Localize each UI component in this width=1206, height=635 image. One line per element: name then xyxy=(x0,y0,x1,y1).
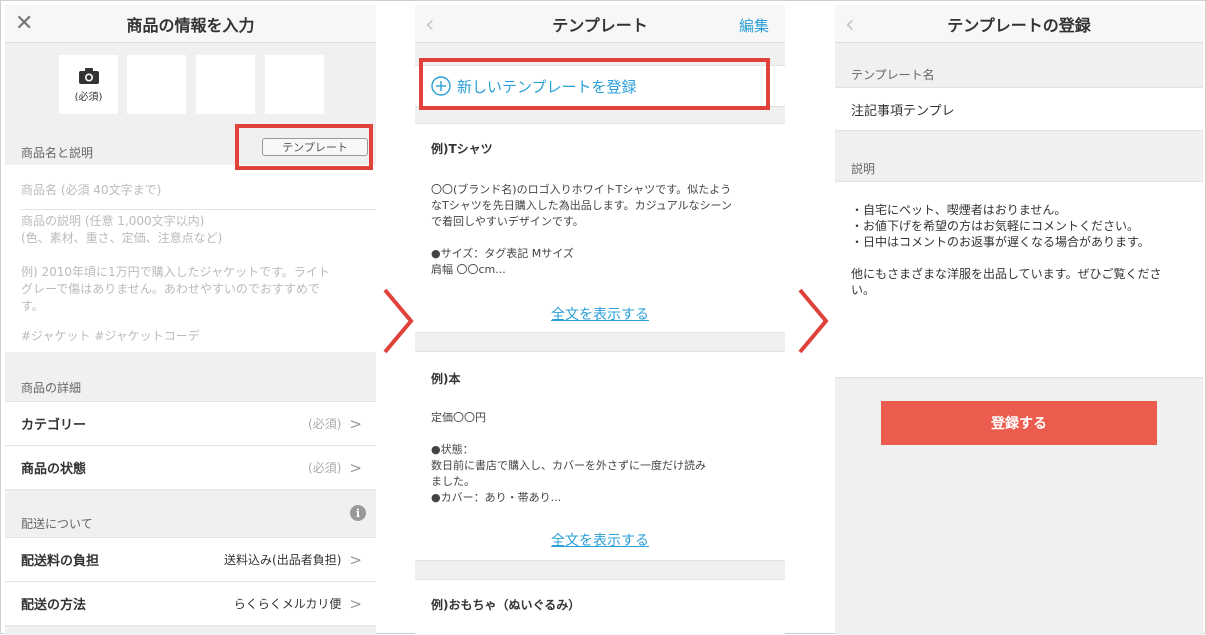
page-title: テンプレート xyxy=(552,15,648,35)
divider xyxy=(21,209,376,210)
chevron-right-icon: > xyxy=(349,594,362,613)
hashtag-line: #ジャケット #ジャケットコーデ xyxy=(21,329,200,343)
shipping-section-label: 配送について xyxy=(21,517,93,531)
template-card-tshirt[interactable]: 例)Tシャツ 〇〇(ブランド名)のロゴ入りホワイトTシャツです。似たよう なTシ… xyxy=(415,123,785,333)
detail-section-label: 商品の詳細 xyxy=(21,381,82,395)
template-card-title: 例)Tシャツ xyxy=(431,142,493,156)
template-register-screen: ‹ テンプレートの登録 テンプレート名 注記事項テンプレ 説明 ・自宅にペット、… xyxy=(835,5,1203,635)
next-arrow-icon xyxy=(798,288,829,354)
example-line: 例) 2010年頃に1万円で購入したジャケットです。ライト xyxy=(21,265,330,279)
camera-icon xyxy=(78,67,99,84)
description-label: 説明 xyxy=(851,162,876,176)
photo-required-label: (必須) xyxy=(74,91,103,103)
description-text: ・自宅にペット、喫煙者はおりません。 ・お値下げを希望の方はお気軽にコメントくだ… xyxy=(851,203,1162,297)
item-info-screen: ✕ 商品の情報を入力 (必須) 商品名と説明 テンプレート 商品名 (必須 40… xyxy=(5,5,376,635)
back-icon[interactable]: ‹ xyxy=(845,11,855,37)
template-card-book[interactable]: 例)本 定価〇〇円 ●状態： 数日前に書店で購入し、カバーを外さずに一度だけ読み… xyxy=(415,351,785,561)
template-card-title: 例)おもちゃ（ぬいぐるみ） xyxy=(431,598,581,612)
description-input[interactable]: ・自宅にペット、喫煙者はおりません。 ・お値下げを希望の方はお気軽にコメントくだ… xyxy=(835,181,1203,378)
photo-slot-2[interactable] xyxy=(127,55,186,114)
chevron-right-icon: > xyxy=(349,414,362,433)
highlight-new-template xyxy=(419,58,770,110)
desc-placeholder-line: (色、素材、重さ、定価、注意点など) xyxy=(21,231,223,245)
item-name-input[interactable]: 商品名 (必須 40文字まで) xyxy=(21,181,161,198)
navbar: ‹ テンプレート 編集 xyxy=(415,5,785,43)
category-label: カテゴリー xyxy=(21,418,87,433)
photo-slot-3[interactable] xyxy=(196,55,255,114)
name-description-card: 商品名 (必須 40文字まで) 商品の説明 (任意 1,000文字以内) (色、… xyxy=(5,165,376,352)
chevron-right-icon: > xyxy=(349,550,362,569)
back-icon[interactable]: ‹ xyxy=(425,11,435,37)
photo-slot-camera[interactable]: (必須) xyxy=(59,55,118,114)
show-full-link[interactable]: 全文を表示する xyxy=(551,533,649,549)
template-card-body: 定価〇〇円 ●状態： 数日前に書店で購入し、カバーを外さずに一度だけ読み ました… xyxy=(431,411,706,504)
name-section-label: 商品名と説明 xyxy=(21,146,94,160)
page-title: 商品の情報を入力 xyxy=(126,15,255,35)
category-value: (必須) xyxy=(308,417,342,431)
template-name-input[interactable]: 注記事項テンプレ xyxy=(835,87,1203,131)
desc-placeholder-line: 商品の説明 (任意 1,000文字以内) xyxy=(21,214,205,228)
condition-row[interactable]: 商品の状態 (必須) > xyxy=(5,446,376,490)
show-full-link[interactable]: 全文を表示する xyxy=(551,307,649,323)
example-line: グレーで傷はありません。あわせやすいのでおすすめで xyxy=(21,282,320,296)
navbar: ✕ 商品の情報を入力 xyxy=(5,5,376,43)
template-card-toy[interactable]: 例)おもちゃ（ぬいぐるみ） xyxy=(415,579,785,635)
highlight-template-button xyxy=(235,124,373,170)
condition-value: (必須) xyxy=(308,461,342,475)
edit-button[interactable]: 編集 xyxy=(739,15,769,36)
photo-slot-4[interactable] xyxy=(265,55,324,114)
page-title: テンプレートの登録 xyxy=(947,15,1091,35)
shipping-method-label: 配送の方法 xyxy=(21,598,87,613)
close-icon[interactable]: ✕ xyxy=(15,11,33,37)
register-button[interactable]: 登録する xyxy=(881,401,1157,445)
shipping-method-value: らくらくメルカリ便 xyxy=(233,597,342,611)
navbar: ‹ テンプレートの登録 xyxy=(835,5,1203,43)
chevron-right-icon: > xyxy=(349,458,362,477)
shipping-method-row[interactable]: 配送の方法 らくらくメルカリ便 > xyxy=(5,582,376,626)
tutorial-frame: ✕ 商品の情報を入力 (必須) 商品名と説明 テンプレート 商品名 (必須 40… xyxy=(0,0,1206,635)
shipping-fee-value: 送料込み(出品者負担) xyxy=(224,553,342,567)
next-arrow-icon xyxy=(383,288,414,354)
shipping-fee-row[interactable]: 配送料の負担 送料込み(出品者負担) > xyxy=(5,538,376,582)
template-name-label: テンプレート名 xyxy=(851,68,935,82)
example-line: す。 xyxy=(21,299,44,313)
photo-area: (必須) xyxy=(5,44,376,132)
shipping-fee-label: 配送料の負担 xyxy=(21,554,100,569)
template-card-title: 例)本 xyxy=(431,372,461,386)
condition-label: 商品の状態 xyxy=(21,462,87,477)
category-row[interactable]: カテゴリー (必須) > xyxy=(5,402,376,446)
template-card-body: 〇〇(ブランド名)のロゴ入りホワイトTシャツです。似たよう なTシャツを先日購入… xyxy=(431,183,732,276)
info-icon[interactable]: i xyxy=(350,505,366,521)
item-description-input[interactable]: 商品の説明 (任意 1,000文字以内) (色、素材、重さ、定価、注意点など) … xyxy=(21,213,361,343)
